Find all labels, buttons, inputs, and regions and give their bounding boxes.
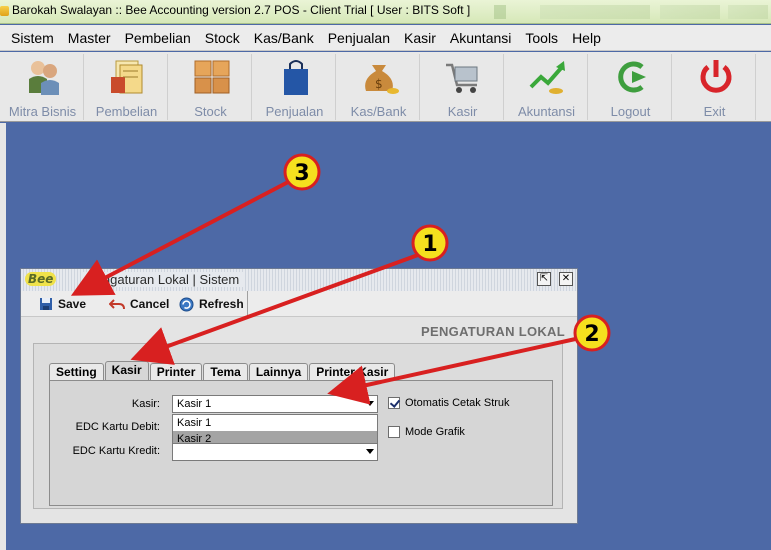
pengaturan-lokal-window: Bee Pengaturan Lokal | Sistem ⇱ ✕ Save C… <box>20 268 578 524</box>
toolbar-logout-button[interactable]: Logout <box>590 54 672 120</box>
toolbar-penjualan-button[interactable]: Penjualan <box>254 54 336 120</box>
taskbar-ghost-item <box>660 5 720 19</box>
chevron-down-icon <box>366 449 374 454</box>
app-icon <box>0 6 9 16</box>
edc-kredit-label: EDC Kartu Kredit: <box>72 445 160 457</box>
refresh-button[interactable]: Refresh <box>179 295 244 313</box>
toolbar-exit-button[interactable]: Exit <box>674 54 756 120</box>
checkbox-checked-icon <box>388 397 400 409</box>
menu-tools[interactable]: Tools <box>518 30 565 46</box>
svg-text:3: 3 <box>294 161 309 186</box>
floppy-disk-icon <box>40 298 52 310</box>
svg-text:2: 2 <box>584 322 599 347</box>
shopping-bag-icon <box>284 60 308 95</box>
kasir-label: Kasir: <box>131 398 160 410</box>
annotation-badge-1: 1 <box>411 224 449 262</box>
refresh-icon <box>179 297 194 311</box>
tab-setting[interactable]: Setting <box>49 363 104 381</box>
cart-icon <box>446 63 478 93</box>
main-toolbar: Mitra Bisnis Pembelian Stock Penjualan $ <box>0 52 771 122</box>
annotation-badge-2: 2 <box>573 314 611 352</box>
tab-lainnya[interactable]: Lainnya <box>248 363 309 381</box>
toolbar-mitra-bisnis-button[interactable]: Mitra Bisnis <box>2 54 84 120</box>
app-title-bar: Barokah Swalayan :: Bee Accounting versi… <box>0 0 771 24</box>
power-icon <box>700 60 732 93</box>
undo-arrow-icon <box>109 299 125 310</box>
toolbar-kasir-button[interactable]: Kasir <box>422 54 504 120</box>
mode-grafik-checkbox[interactable]: Mode Grafik <box>388 426 465 438</box>
cancel-label: Cancel <box>130 297 170 311</box>
workspace-left-edge <box>0 123 6 550</box>
restore-icon[interactable]: ⇱ <box>537 272 551 286</box>
kasir-select[interactable]: Kasir 1 <box>172 395 378 413</box>
kasir-tab-content: Kasir: Kasir 1 Kasir 1 Kasir 2 EDC Kartu… <box>49 380 553 506</box>
menu-help[interactable]: Help <box>565 30 608 46</box>
edc-kredit-select[interactable] <box>172 443 378 461</box>
tab-kasir[interactable]: Kasir <box>104 361 149 381</box>
toolbar-pembelian-button[interactable]: Pembelian <box>86 54 168 120</box>
save-button[interactable]: Save <box>39 295 86 313</box>
menu-kas-bank[interactable]: Kas/Bank <box>247 30 321 46</box>
menu-kasir[interactable]: Kasir <box>397 30 443 46</box>
kasir-option[interactable]: Kasir 1 <box>173 415 377 431</box>
app-title: Barokah Swalayan :: Bee Accounting versi… <box>12 3 471 17</box>
menu-bar: Sistem Master Pembelian Stock Kas/Bank P… <box>0 25 771 51</box>
menu-penjualan[interactable]: Penjualan <box>321 30 397 46</box>
cetak-struk-checkbox[interactable]: Otomatis Cetak Struk <box>388 397 510 409</box>
money-bag-icon: $ <box>365 65 399 94</box>
tab-printer-kasir[interactable]: Printer Kasir <box>309 363 396 381</box>
taskbar-ghost-item <box>540 5 650 19</box>
boxes-icon <box>194 60 230 94</box>
toolbar-akuntansi-button[interactable]: Akuntansi <box>506 54 588 120</box>
partners-icon <box>29 61 59 95</box>
bee-logo: Bee <box>25 272 57 286</box>
menu-pembelian[interactable]: Pembelian <box>118 30 198 46</box>
taskbar-ghost-item <box>728 5 768 19</box>
window-title-bar[interactable]: Bee Pengaturan Lokal | Sistem ⇱ ✕ <box>21 269 577 291</box>
menu-stock[interactable]: Stock <box>198 30 247 46</box>
svg-text:$: $ <box>375 77 383 91</box>
toolbar-divider <box>247 291 248 317</box>
menu-master[interactable]: Master <box>61 30 118 46</box>
refresh-label: Refresh <box>199 297 244 311</box>
tab-tema[interactable]: Tema <box>203 363 248 381</box>
window-toolbar: Save Cancel Refresh <box>21 291 577 317</box>
settings-tabs: Setting Kasir Printer Tema Lainnya Print… <box>49 361 396 381</box>
window-title: Pengaturan Lokal | Sistem <box>83 272 244 287</box>
toolbar-stock-button[interactable]: Stock <box>170 54 252 120</box>
checkbox-empty-icon <box>388 426 400 438</box>
close-icon[interactable]: ✕ <box>559 272 573 286</box>
logout-arrow-icon <box>618 61 646 93</box>
tab-printer[interactable]: Printer <box>149 363 203 381</box>
annotation-badge-3: 3 <box>283 153 321 191</box>
edc-debit-label: EDC Kartu Debit: <box>75 421 160 433</box>
menu-akuntansi[interactable]: Akuntansi <box>443 30 518 46</box>
chevron-down-icon <box>366 401 374 406</box>
purchase-docs-icon <box>111 60 143 94</box>
cancel-button[interactable]: Cancel <box>109 295 169 313</box>
svg-text:1: 1 <box>422 232 437 257</box>
growth-chart-icon <box>529 61 565 94</box>
taskbar-ghost-icon <box>494 5 506 19</box>
section-header: PENGATURAN LOKAL <box>421 324 565 339</box>
toolbar-kas-bank-button[interactable]: $ Kas/Bank <box>338 54 420 120</box>
menu-sistem[interactable]: Sistem <box>4 30 61 46</box>
save-label: Save <box>58 297 87 311</box>
